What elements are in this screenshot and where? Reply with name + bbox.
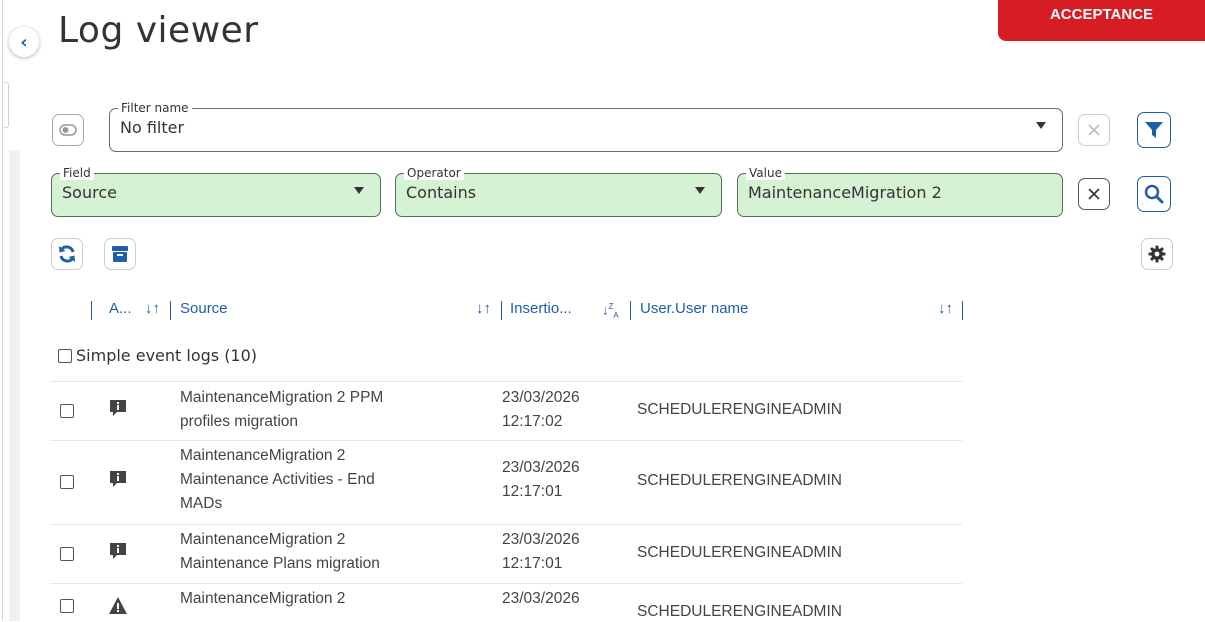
apply-filter-button[interactable] [1137, 112, 1171, 148]
row-checkbox[interactable] [60, 475, 74, 489]
source-line: profiles migration [180, 413, 299, 430]
row-time: 12:17:01 [502, 555, 563, 572]
archive-icon [112, 246, 128, 262]
rail-scrollbar[interactable] [9, 150, 20, 621]
rail-handle[interactable] [4, 82, 9, 128]
column-header-type[interactable]: A... [109, 300, 132, 317]
close-icon [1088, 188, 1100, 200]
filter-toggle-button[interactable] [52, 114, 84, 146]
filter-name-value: No filter [120, 118, 185, 137]
archive-button[interactable] [104, 238, 136, 270]
value-text: MaintenanceMigration 2 [748, 183, 942, 202]
gear-icon [1148, 245, 1166, 263]
sort-icon[interactable]: ↓↑ [145, 300, 160, 317]
source-line: Maintenance Activities - End [180, 471, 375, 488]
row-time: 12:17:01 [502, 483, 563, 500]
row-checkbox[interactable] [60, 547, 74, 561]
column-header-source[interactable]: Source [180, 300, 228, 317]
table-row[interactable]: MaintenanceMigration 2 PPM profiles migr… [50, 381, 962, 440]
left-rail [0, 0, 22, 621]
operator-legend: Operator [404, 166, 464, 180]
operator-value: Contains [406, 183, 477, 202]
row-source: MaintenanceMigration 2 [180, 587, 470, 611]
search-button[interactable] [1137, 176, 1171, 212]
source-line: MaintenanceMigration 2 [180, 590, 346, 607]
row-insertion: 23/03/2026 12:17:01 [502, 528, 580, 576]
row-insertion: 23/03/2026 [502, 587, 580, 611]
column-header-insertion[interactable]: Insertio... [510, 300, 572, 317]
field-value: Source [62, 183, 117, 202]
info-icon [110, 400, 126, 416]
source-line: Maintenance Plans migration [180, 555, 380, 572]
table-row[interactable]: MaintenanceMigration 2 Maintenance Plans… [50, 524, 962, 583]
chevron-down-icon [1036, 122, 1046, 129]
table-row[interactable]: MaintenanceMigration 2 Maintenance Activ… [50, 440, 962, 524]
close-icon [1088, 124, 1100, 136]
column-separator [170, 301, 171, 320]
row-source: MaintenanceMigration 2 PPM profiles migr… [180, 386, 470, 434]
row-checkbox[interactable] [60, 404, 74, 418]
row-user: SCHEDULERENGINEADMIN [637, 603, 842, 620]
sort-icon[interactable]: ↓↑ [476, 300, 491, 317]
column-separator [501, 301, 502, 320]
source-line: MaintenanceMigration 2 [180, 531, 346, 548]
column-separator [962, 301, 963, 320]
search-icon [1144, 184, 1164, 204]
info-icon [110, 471, 126, 487]
chevron-down-icon [695, 187, 705, 194]
filter-name-select[interactable]: Filter name No filter [109, 101, 1063, 152]
row-user: SCHEDULERENGINEADMIN [637, 544, 842, 561]
refresh-icon [59, 245, 75, 263]
row-insertion: 23/03/2026 12:17:01 [502, 456, 580, 504]
value-legend: Value [746, 166, 785, 180]
chevron-left-icon: ‹ [20, 31, 28, 53]
info-icon [110, 543, 126, 559]
row-checkbox[interactable] [60, 599, 74, 613]
row-time: 12:17:02 [502, 413, 563, 430]
refresh-button[interactable] [51, 238, 83, 270]
row-date: 23/03/2026 [502, 459, 580, 476]
settings-button[interactable] [1141, 238, 1173, 270]
column-separator [91, 301, 92, 320]
sort-icon[interactable]: ↓↑ [938, 300, 953, 317]
column-separator [630, 301, 631, 320]
row-user: SCHEDULERENGINEADMIN [637, 401, 842, 418]
source-line: MaintenanceMigration 2 [180, 447, 346, 464]
clear-criteria-button[interactable] [1078, 178, 1110, 210]
environment-badge-label: ACCEPTANCE [1049, 6, 1154, 23]
filter-name-legend: Filter name [118, 101, 192, 115]
rail-divider [2, 0, 3, 621]
operator-select[interactable]: Operator Contains [395, 166, 722, 217]
sort-za-icon[interactable]: ↓ZA [602, 302, 619, 320]
warning-icon [109, 597, 127, 614]
row-date: 23/03/2026 [502, 590, 580, 607]
page-title: Log viewer [58, 10, 259, 51]
row-source: MaintenanceMigration 2 Maintenance Activ… [180, 444, 470, 516]
source-line: MaintenanceMigration 2 PPM [180, 389, 384, 406]
row-date: 23/03/2026 [502, 531, 580, 548]
environment-badge: ACCEPTANCE [998, 0, 1205, 41]
collapse-sidebar-button[interactable]: ‹ [9, 27, 39, 57]
row-insertion: 23/03/2026 12:17:02 [502, 386, 580, 434]
group-label: Simple event logs (10) [76, 346, 258, 365]
clear-filter-button[interactable] [1078, 114, 1110, 146]
table-row[interactable]: MaintenanceMigration 2 23/03/2026 SCHEDU… [50, 583, 962, 622]
field-select[interactable]: Field Source [51, 166, 381, 217]
group-checkbox[interactable] [58, 348, 72, 363]
value-input[interactable]: Value MaintenanceMigration 2 [737, 166, 1063, 217]
toggle-icon [59, 124, 77, 136]
column-header-user[interactable]: User.User name [640, 300, 748, 317]
source-line: MADs [180, 495, 223, 512]
group-header[interactable]: Simple event logs (10) [58, 346, 257, 365]
row-user: SCHEDULERENGINEADMIN [637, 472, 842, 489]
row-source: MaintenanceMigration 2 Maintenance Plans… [180, 528, 470, 576]
chevron-down-icon [354, 187, 364, 194]
row-date: 23/03/2026 [502, 389, 580, 406]
funnel-icon [1145, 122, 1163, 138]
field-legend: Field [60, 166, 94, 180]
